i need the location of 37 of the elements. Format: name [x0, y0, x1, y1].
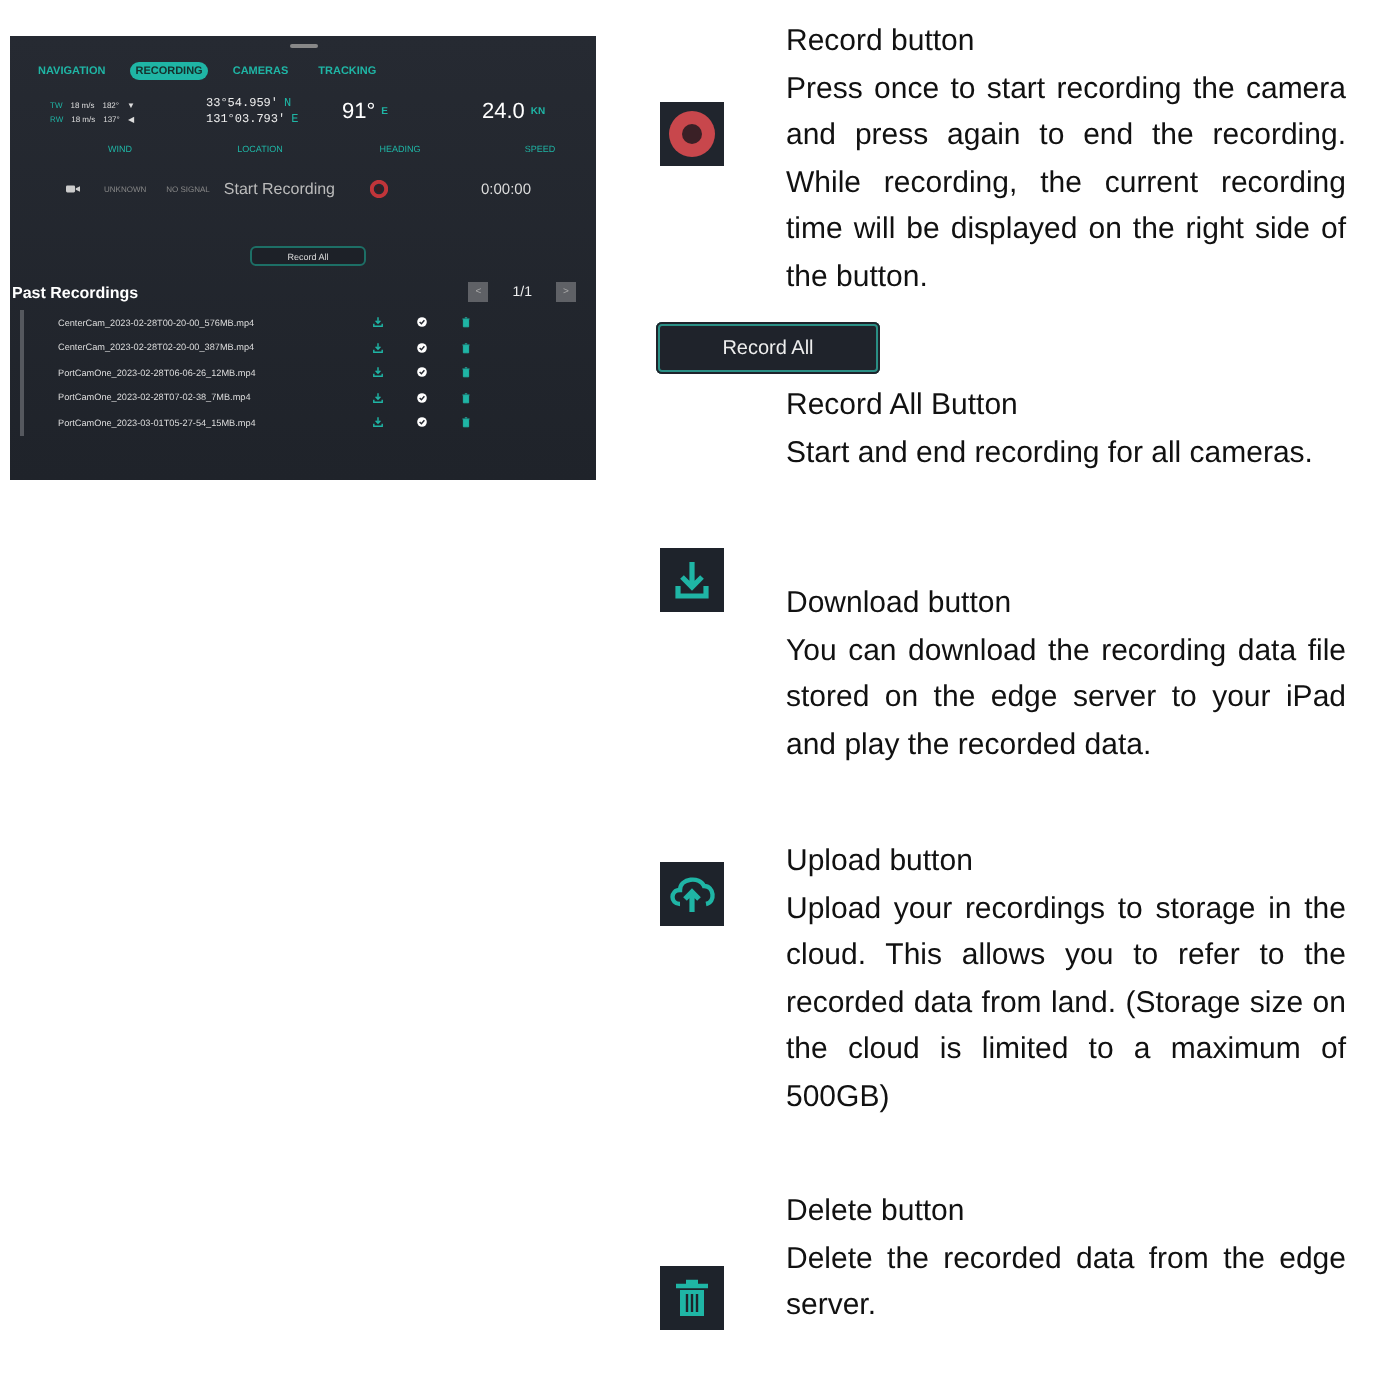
download-icon[interactable]	[372, 416, 384, 429]
section-heading: Download button	[786, 584, 1014, 624]
drag-handle[interactable]	[289, 44, 317, 48]
delete-icon[interactable]	[460, 366, 472, 379]
download-icon[interactable]	[372, 366, 384, 379]
check-icon[interactable]	[416, 341, 428, 354]
section-title: Past Recordings	[12, 283, 139, 301]
start-recording-label: Start Recording	[223, 180, 335, 198]
section-description: Delete the recorded data from the edge server.	[786, 1239, 1346, 1326]
check-icon[interactable]	[416, 416, 428, 429]
cloud-upload-icon	[660, 862, 724, 926]
delete-icon[interactable]	[460, 316, 472, 329]
record-all-button[interactable]: Record All	[656, 322, 880, 374]
section-heading: Record All Button	[786, 386, 1020, 426]
record-button[interactable]	[369, 180, 387, 198]
section-description: You can download the recording data file stored on the edge server to your iPad and play the recorded data.	[786, 631, 1346, 765]
section-description: Upload your recordings to storage in the cloud. This allows you to refer to the recorded data from land. (Storage size on the cloud is limited to a maximum of 500GB)	[786, 889, 1346, 1117]
section-description: Press once to start recording the camera and press again to end the recording. While recording, the current recording time will be displayed on the right side of the button.	[786, 69, 1346, 297]
check-icon[interactable]	[416, 391, 428, 404]
record-button-icon	[660, 102, 724, 166]
download-icon[interactable]	[372, 391, 384, 404]
delete-icon[interactable]	[460, 416, 472, 429]
download-icon	[660, 548, 724, 612]
speed-value: 24.0	[482, 100, 525, 124]
trash-icon	[660, 1265, 724, 1329]
heading-value: 91°	[342, 100, 376, 124]
section-heading: Record button	[786, 22, 977, 62]
download-icon[interactable]	[372, 341, 384, 354]
section-description: Start and end recording for all cameras.	[786, 433, 1315, 473]
check-icon[interactable]	[416, 316, 428, 329]
section-heading: Upload button	[786, 842, 975, 882]
download-icon[interactable]	[372, 316, 384, 329]
check-icon[interactable]	[416, 366, 428, 379]
video-camera-icon	[66, 184, 80, 194]
delete-icon[interactable]	[460, 341, 472, 354]
section-heading: Delete button	[786, 1192, 967, 1232]
delete-icon[interactable]	[460, 391, 472, 404]
